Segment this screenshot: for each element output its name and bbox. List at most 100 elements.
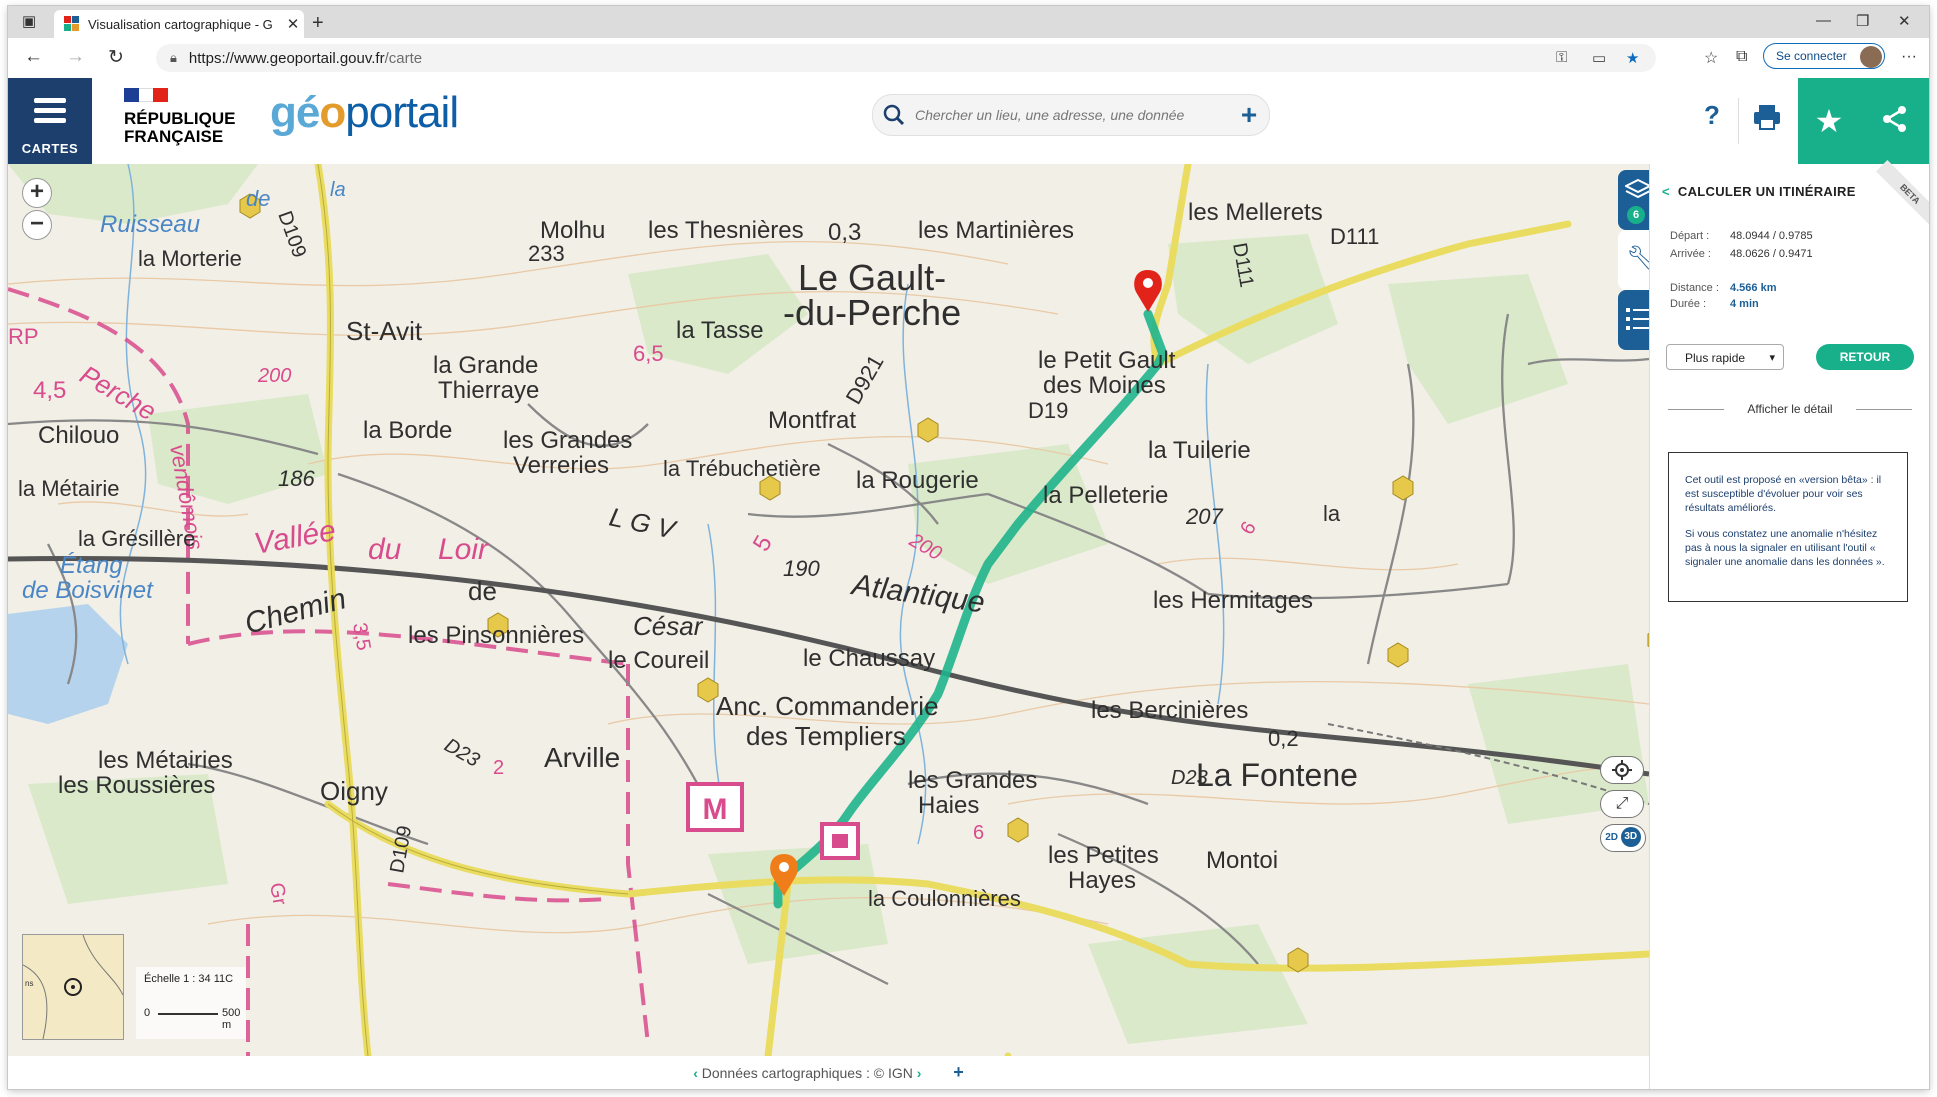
map-label: 186 (278, 466, 315, 491)
mode-2d[interactable]: 2D (1605, 832, 1618, 843)
cartes-menu-button[interactable]: CARTES (8, 78, 92, 164)
map-label: 3,5 (348, 621, 374, 652)
list-icon (1626, 308, 1649, 330)
view-mode-toggle[interactable]: 2D 3D (1600, 824, 1646, 852)
map-label: 0,2 (1268, 726, 1299, 751)
mode-3d[interactable]: 3D (1620, 827, 1641, 848)
chevron-down-icon: ▾ (1769, 352, 1775, 364)
retour-button[interactable]: RETOUR (1816, 344, 1914, 370)
collections-icon[interactable]: ⧉ (1736, 48, 1747, 66)
beta-info-box: Cet outil est proposé en «version bêta» … (1668, 452, 1908, 602)
panel-title[interactable]: < CALCULER UN ITINÉRAIRE (1662, 184, 1856, 199)
map-view[interactable]: M Ruisseau de la la Morterie D109 Molhu 233 les… (8, 164, 1649, 1056)
tools-tab[interactable]: 🔧︎ (1618, 230, 1649, 290)
back-icon[interactable]: ← (24, 46, 43, 68)
map-label: Verreries (513, 452, 609, 479)
more-menu-icon[interactable]: ··· (1901, 48, 1917, 66)
duree-row: Durée :4 min (1670, 298, 1759, 310)
attribution-bar: ‹ Données cartographiques : © IGN › + (8, 1056, 1649, 1089)
map-label: Ruisseau (100, 211, 200, 238)
map-label: les Pinsonnières (408, 622, 584, 649)
distance-row: Distance :4.566 km (1670, 282, 1777, 294)
map-label: L G V (607, 502, 680, 546)
map-label: la Métairie (18, 476, 119, 501)
legend-tab[interactable] (1618, 290, 1649, 350)
geolocate-button[interactable] (1600, 756, 1644, 784)
map-label: la Grésillère (78, 526, 195, 551)
zoom-in-button[interactable]: + (22, 178, 52, 208)
map-label: Loir (438, 533, 489, 566)
address-bar-row: ← → ↻ 🔒︎ https://www.geoportail.gouv.fr/… (8, 38, 1929, 79)
chevron-right-icon[interactable]: › (917, 1065, 922, 1081)
geoportail-logo[interactable]: géoportail (270, 88, 459, 138)
map-label: 190 (783, 556, 820, 581)
tab-actions-icon[interactable]: ▣ (22, 12, 36, 30)
fullscreen-button[interactable]: ⤢ (1600, 790, 1644, 818)
favorites-icon[interactable]: ☆ (1704, 48, 1718, 68)
map-label: Arville (544, 742, 620, 773)
map-label: 6 (973, 822, 984, 844)
key-icon[interactable]: ⚿ (1556, 49, 1567, 66)
scale-ratio: Échelle 1 : 34 11C (144, 973, 234, 985)
search-input[interactable]: Chercher un lieu, une adresse, une donné… (915, 107, 1229, 123)
crosshair-icon (1612, 760, 1632, 780)
lock-icon: 🔒︎ (170, 50, 177, 65)
print-icon[interactable] (1752, 102, 1782, 132)
svg-text:M: M (703, 793, 728, 826)
search-icon (883, 104, 905, 126)
close-window-icon[interactable]: ✕ (1898, 12, 1911, 30)
refresh-icon[interactable]: ↻ (108, 46, 124, 69)
chevron-left-icon[interactable]: ‹ (693, 1065, 698, 1081)
map-label: Montfrat (768, 407, 856, 434)
map-label: César (633, 611, 704, 641)
republique-logo: RÉPUBLIQUE FRANÇAISE (124, 88, 235, 146)
map-label: la (330, 179, 346, 201)
map-label: 0,3 (828, 219, 861, 246)
map-label: 6 (1236, 518, 1261, 539)
restore-icon[interactable]: ❐ (1856, 12, 1869, 30)
map-label: Perche (75, 359, 161, 426)
add-attribution-icon[interactable]: + (953, 1062, 964, 1082)
browser-window: ▣ Visualisation cartographique - G ✕ + —… (8, 6, 1929, 1089)
chevron-left-icon[interactable]: < (1662, 184, 1670, 199)
layers-icon (1625, 178, 1649, 199)
layers-tab[interactable]: 6 (1618, 170, 1649, 230)
help-icon[interactable]: ? (1704, 100, 1720, 131)
map-label: D23 (1171, 767, 1208, 789)
map-label: Haies (918, 792, 979, 819)
map-label: 2 (493, 757, 504, 779)
itinerary-panel: < CALCULER UN ITINÉRAIRE BETA Départ :48.… (1649, 160, 1929, 1089)
map-label: Gr (265, 881, 291, 907)
map-label: -du-Perche (783, 292, 961, 333)
map-label: de (468, 576, 497, 606)
forward-icon[interactable]: → (66, 46, 85, 68)
close-tab-icon[interactable]: ✕ (282, 15, 304, 33)
minimize-icon[interactable]: — (1816, 12, 1831, 29)
favorite-maps-button[interactable]: ★ (1798, 78, 1860, 164)
favorite-star-icon[interactable]: ★ (1626, 49, 1639, 67)
zoom-out-button[interactable]: − (22, 210, 52, 240)
map-label: du (368, 533, 402, 566)
star-icon: ★ (1814, 103, 1844, 139)
new-tab-icon[interactable]: + (312, 12, 324, 35)
hamburger-icon (34, 98, 66, 124)
map-label: la Coulonnières (868, 886, 1021, 911)
arrivee-row: Arrivée :48.0626 / 0.9471 (1670, 248, 1813, 260)
browser-tab[interactable]: Visualisation cartographique - G ✕ (54, 10, 304, 38)
map-label: 207 (1185, 504, 1223, 529)
map-label: La Fontene (1196, 757, 1358, 793)
overview-map[interactable]: ns (22, 934, 124, 1040)
route-mode-select[interactable]: Plus rapide ▾ (1666, 344, 1784, 370)
map-label: la Borde (363, 417, 452, 444)
share-button[interactable] (1860, 78, 1929, 164)
depart-row: Départ :48.0944 / 0.9785 (1670, 230, 1813, 242)
reader-view-icon[interactable]: ▭ (1592, 49, 1606, 67)
show-detail-link[interactable]: Afficher le détail (1668, 402, 1912, 416)
url-field[interactable]: 🔒︎ https://www.geoportail.gouv.fr/carte … (156, 44, 1656, 72)
map-label: de Boisvinet (22, 577, 154, 604)
sign-in-button[interactable]: Se connecter (1763, 43, 1885, 69)
map-label: les Petites (1048, 842, 1159, 869)
advanced-search-plus-icon[interactable]: + (1229, 99, 1269, 131)
search-bar[interactable]: Chercher un lieu, une adresse, une donné… (872, 94, 1270, 136)
scale-box: Échelle 1 : 34 11C 0 500 m (136, 967, 246, 1039)
